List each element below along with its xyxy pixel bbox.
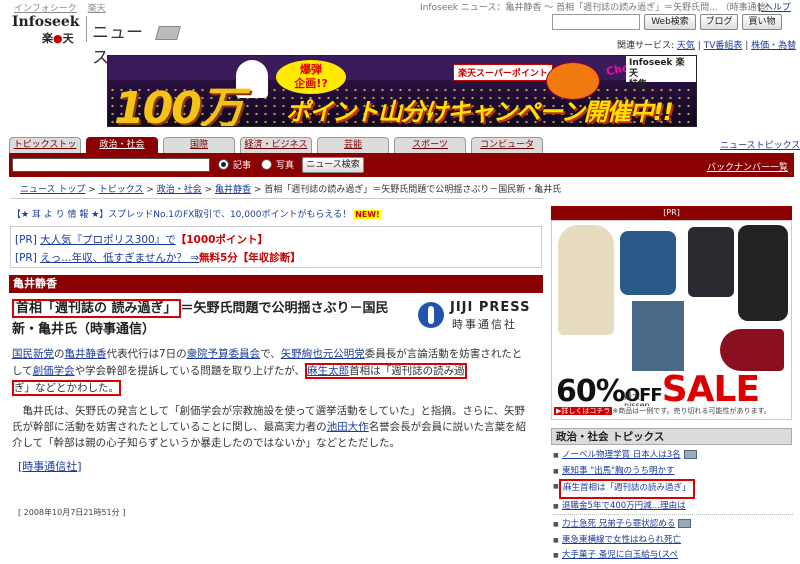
backnumber-link[interactable]: バックナンバー一覧 (707, 160, 788, 173)
article-timestamp: [ 2008年10月7日21時51分 ] (18, 508, 126, 517)
topic-highlight: 麻生首相は「週刊誌の読み過ぎ」 (559, 479, 695, 499)
ad-sale-text: 60%OFFSALE (556, 369, 760, 410)
tab-international[interactable]: 国際 (163, 137, 235, 153)
crumb-news-top[interactable]: ニュース トップ (20, 185, 85, 195)
source-link[interactable]: [時事通信社] (18, 458, 82, 474)
infoseek-logo[interactable]: Infoseek 楽●天 ニュース (12, 14, 181, 68)
category-tabs: トピックストップ 政治・社会 国際 経済・ビジネス 芸能 スポーツ コンピュータ (9, 137, 569, 165)
nissen-ad[interactable]: 60%OFFSALE 最大 nissen ▶詳しくはコチラ※商品は一例です。売り… (551, 220, 792, 420)
news-search-bar: 記事 写真 ニュース検索 バックナンバー一覧 (9, 153, 794, 177)
radio-photo[interactable] (261, 159, 272, 170)
news-search-input[interactable] (12, 158, 210, 172)
banner-feature: Infoseek 楽天 特集 (626, 56, 696, 90)
section-title: 亀井静香 (9, 275, 543, 293)
divider (10, 198, 544, 199)
link-ikeda[interactable]: 池田大作 (327, 421, 369, 433)
article-paragraph-2: 亀井氏は、矢野氏の発言として「創価学会が宗教施設を使って選挙活動をしていた」と指… (12, 405, 527, 449)
ad-jeans-image (632, 301, 684, 371)
banner-burst: 爆弾 企画!? (276, 60, 346, 94)
photo-icon (683, 450, 697, 459)
shopping-search-button[interactable]: 買い物 (742, 14, 782, 30)
topics-list: ノーベル物理学賞 日本人は3名 東知事 "出馬"胸のうち明かす 麻生首相は「週刊… (553, 448, 793, 564)
article-paragraph-1: 国民新党の亀井静香代表代行は7日の衆院予算委員会で、矢野絢也元公明党委員長が言論… (12, 348, 523, 396)
tv-link[interactable]: TV番組表 (704, 41, 743, 51)
blog-search-button[interactable]: ブログ (700, 14, 738, 30)
radio-article[interactable] (218, 159, 229, 170)
topic-item[interactable]: ノーベル物理学賞 日本人は3名 (553, 448, 793, 464)
web-search-input[interactable] (552, 14, 640, 30)
radio-article-label: 記事 (233, 161, 252, 171)
news-search-button[interactable]: ニュース検索 (302, 157, 364, 173)
ad-pr-label: [PR] (551, 206, 792, 220)
photo-icon (678, 519, 692, 528)
link-aso[interactable]: 麻生太郎 (307, 365, 349, 377)
link-budget-committee[interactable]: 衆院予算委員会 (187, 348, 261, 360)
weather-link[interactable]: 天気 (677, 41, 695, 51)
crumb-current: 首相「週刊誌の読み過ぎ」＝矢野氏問題で公明揺さぶり－国民新・亀井氏 (264, 185, 562, 195)
crumb-politics[interactable]: 政治・社会 (157, 185, 202, 195)
ad-shoes-image (720, 329, 784, 371)
topic-item[interactable]: 大手菓子 蚤児に白玉給与(スペ (553, 548, 793, 564)
tab-entertainment[interactable]: 芸能 (317, 137, 389, 153)
news-topics-link[interactable]: ニューストピックス (720, 138, 800, 151)
new-badge: NEW! (354, 210, 381, 219)
tab-politics-society[interactable]: 政治・社会 (86, 137, 158, 153)
ad-top-image (620, 231, 676, 295)
breadcrumb: ニュース トップ > トピックス > 政治・社会 > 亀井静香 > 首相「週刊誌… (20, 185, 562, 195)
pr-link-1[interactable]: [PR] 大人気『プロポリス300』で【1000ポイント】 (15, 232, 268, 247)
tab-economy[interactable]: 経済・ビジネス (240, 137, 312, 153)
logo-brand: Infoseek (12, 14, 80, 30)
ad-detail: ▶詳しくはコチラ ※商品は一例です。売り切れる可能性があります。 (552, 406, 791, 419)
headline-highlight: 首相「週刊誌の 読み過ぎ」 (12, 299, 181, 318)
web-search-button[interactable]: Web検索 (644, 14, 696, 30)
pr-link-2[interactable]: [PR] えっ…年収、低すぎませんか？ ⇒無料5分【年収診断】 (15, 250, 301, 265)
tab-sports[interactable]: スポーツ (394, 137, 466, 153)
quote-highlight: 麻生太郎首相は「週刊誌の読み過 (305, 363, 467, 379)
campaign-banner[interactable]: 100万 爆弾 企画!? 楽天スーパーポイント Choco ポイント山分けキャンペ… (107, 55, 697, 127)
top-links: インフォシーク 楽天 (14, 1, 114, 14)
link-yano[interactable]: 矢野絢也元公明党 (281, 348, 365, 360)
jiji-press-logo: JIJI PRESS 時事通信社 (418, 298, 546, 334)
banner-big-text: 100万 (114, 83, 244, 127)
window-title: Infoseek ニュース：亀井静香 ～ 首相「週刊誌の読み過ぎ」＝矢野氏問..… (420, 3, 775, 13)
topic-item[interactable]: 東知事 "出馬"胸のうち明かす (553, 464, 793, 480)
tab-topics-top[interactable]: トピックストップ (9, 137, 81, 165)
topics-header: 政治・社会 トピックス (551, 428, 792, 445)
crumb-kamei[interactable]: 亀井静香 (215, 185, 251, 195)
quote-highlight-2: ぎ」などとかわした。 (12, 380, 121, 396)
link-soka-gakkai[interactable]: 創価学会 (33, 365, 75, 377)
newspaper-icon (155, 26, 181, 40)
stock-link[interactable]: 株価・為替 (751, 41, 796, 51)
help-link[interactable]: | ヘルプ (758, 0, 791, 13)
logo-divider (86, 16, 87, 42)
banner-campaign-text: ポイント山分けキャンペーン開催中!! (286, 98, 674, 126)
link-kokumin-shinto[interactable]: 国民新党 (12, 348, 54, 360)
link-rakuten[interactable]: 楽天 (88, 4, 106, 14)
topic-item[interactable]: 退職金5年で400万円減…理由は (553, 499, 793, 515)
ticker[interactable]: 【★ 耳 よ り 情 報 ★】スプレッドNo.1のFX取引で、10,000ポイン… (12, 207, 381, 220)
link-infoseek[interactable]: インフォシーク (14, 4, 77, 14)
ad-tunic-image (688, 227, 734, 297)
topic-item[interactable]: 麻生首相は「週刊誌の読み過ぎ」 (553, 479, 793, 499)
topic-item[interactable]: 力士急死 兄弟子ら罪状認める (553, 517, 793, 533)
ad-outfit-image (738, 225, 788, 321)
jiji-logo-icon (418, 302, 444, 328)
ad-detail-button[interactable]: ▶詳しくはコチラ (554, 407, 613, 415)
tab-computer[interactable]: コンピュータ (471, 137, 543, 153)
pr-box: [PR] 大人気『プロポリス300』で【1000ポイント】 [PR] えっ…年収… (10, 226, 542, 268)
ad-dress-image (558, 225, 614, 335)
topic-item[interactable]: 東急東横線で女性はねられ死亡 (553, 533, 793, 549)
logo-rakuten: 楽●天 (42, 32, 74, 45)
banner-super-point: 楽天スーパーポイント (453, 64, 553, 81)
radio-photo-label: 写真 (276, 161, 295, 171)
crumb-topics[interactable]: トピックス (99, 185, 144, 195)
link-kamei[interactable]: 亀井静香 (65, 348, 107, 360)
related-services: 関連サービス: 天気 | TV番組表 | 株価・為替 (617, 41, 797, 51)
article-headline: 首相「週刊誌の 読み過ぎ」 ＝矢野氏問題で公明揺さぶり－国民新・亀井氏（時事通信） (12, 299, 389, 337)
